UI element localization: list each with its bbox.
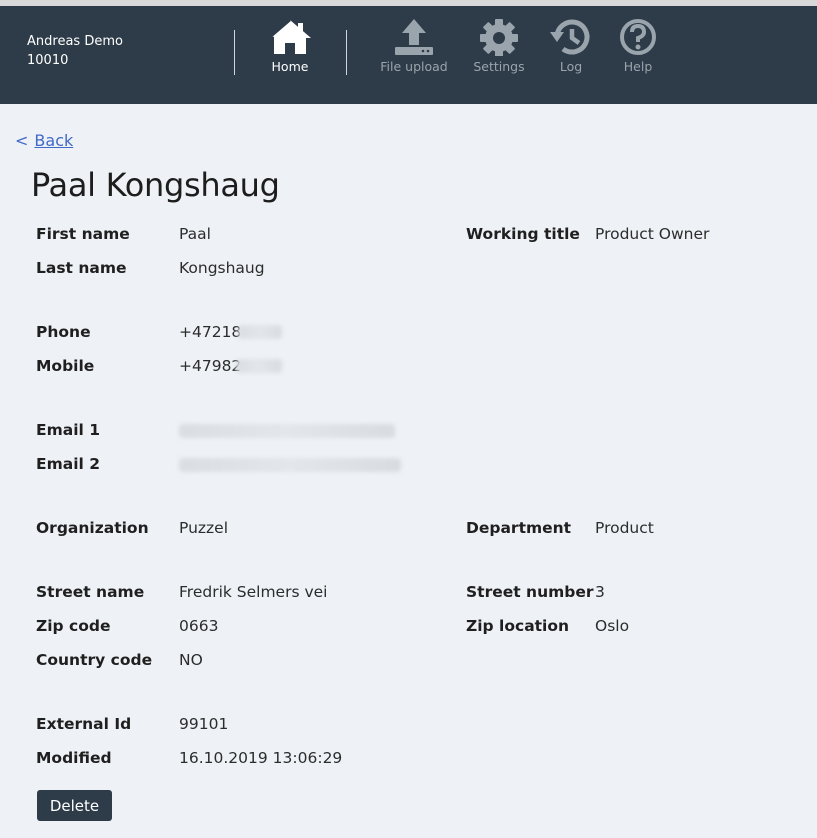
modified-label: Modified: [36, 749, 112, 767]
nav-home[interactable]: Home: [250, 18, 330, 74]
nav-help-label: Help: [623, 59, 653, 74]
mobile-value: +47982: [179, 357, 242, 375]
external-id-label: External Id: [36, 715, 132, 733]
redacted-email1: [179, 424, 395, 438]
back-link-label[interactable]: Back: [34, 131, 73, 150]
top-navigation-bar: Andreas Demo 10010 Home File upload Sett…: [0, 6, 817, 104]
department-label: Department: [466, 519, 572, 537]
zip-code-value: 0663: [179, 617, 219, 635]
last-name-label: Last name: [36, 259, 127, 277]
gear-icon: [480, 19, 518, 56]
delete-button[interactable]: Delete: [37, 790, 112, 821]
country-code-value: NO: [179, 651, 203, 669]
chevron-left-icon: <: [15, 131, 29, 150]
nav-settings-label: Settings: [473, 59, 525, 74]
street-number-label: Street number: [466, 583, 594, 601]
page-title: Paal Kongshaug: [31, 166, 280, 204]
user-id: 10010: [27, 53, 69, 68]
email2-label: Email 2: [36, 455, 101, 473]
nav-file-upload[interactable]: File upload: [374, 18, 454, 74]
street-name-label: Street name: [36, 583, 145, 601]
zip-code-label: Zip code: [36, 617, 111, 635]
redacted-phone: [238, 325, 282, 339]
last-name-value: Kongshaug: [179, 259, 265, 277]
zip-location-label: Zip location: [466, 617, 570, 635]
organization-value: Puzzel: [179, 519, 229, 537]
phone-value: +47218: [179, 323, 242, 341]
nav-help[interactable]: Help: [598, 18, 678, 74]
mobile-label: Mobile: [36, 357, 95, 375]
country-code-label: Country code: [36, 651, 153, 669]
working-title-value: Product Owner: [595, 225, 710, 243]
back-link[interactable]: < Back: [15, 131, 73, 150]
nav-divider: [346, 30, 347, 75]
user-name: Andreas Demo: [27, 34, 123, 49]
home-icon: [267, 19, 311, 54]
nav-divider: [234, 30, 235, 75]
upload-icon: [395, 19, 433, 55]
organization-label: Organization: [36, 519, 149, 537]
external-id-value: 99101: [179, 715, 229, 733]
email1-label: Email 1: [36, 421, 101, 439]
nav-settings[interactable]: Settings: [459, 18, 539, 74]
redacted-email2: [179, 458, 401, 472]
user-info: Andreas Demo 10010: [27, 32, 123, 70]
zip-location-value: Oslo: [595, 617, 630, 635]
department-value: Product: [595, 519, 654, 537]
modified-value: 16.10.2019 13:06:29: [179, 749, 343, 767]
phone-label: Phone: [36, 323, 91, 341]
street-number-value: 3: [595, 583, 605, 601]
first-name-label: First name: [36, 225, 130, 243]
working-title-label: Working title: [466, 225, 580, 243]
street-name-value: Fredrik Selmers vei: [179, 583, 328, 601]
help-icon: [620, 19, 656, 55]
redacted-mobile: [236, 359, 282, 373]
history-icon: [550, 19, 590, 55]
first-name-value: Paal: [179, 225, 211, 243]
nav-file-upload-label: File upload: [380, 59, 448, 74]
nav-home-label: Home: [271, 59, 309, 74]
